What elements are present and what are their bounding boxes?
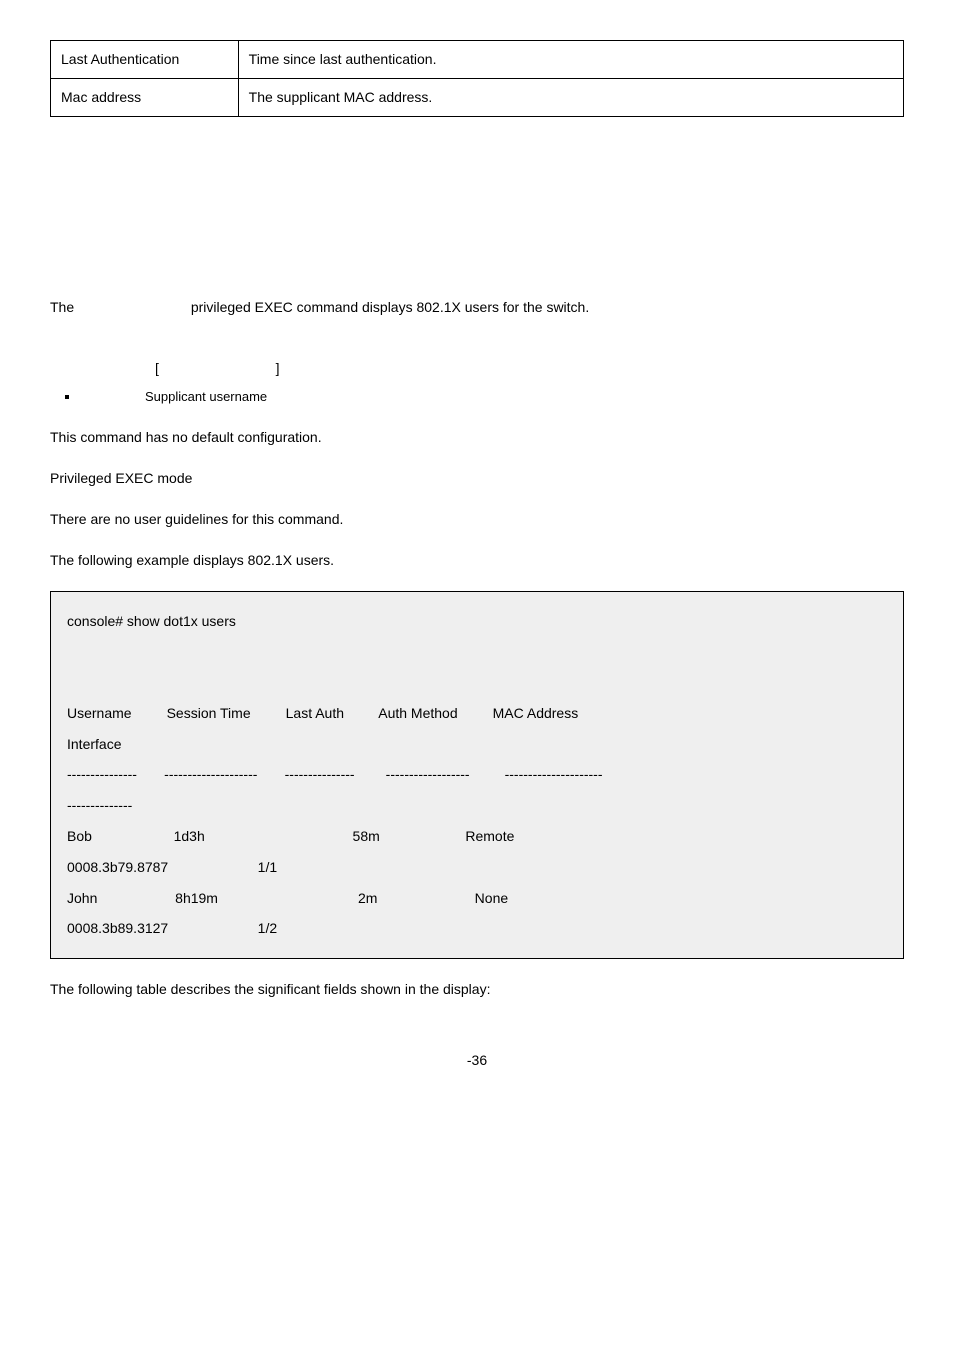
page-number: -36 (50, 1050, 904, 1071)
definition-desc: Time since last authentication. (238, 41, 903, 79)
example-block: console# show dot1x users Username Sessi… (50, 591, 904, 960)
command-mode: Privileged EXEC mode (50, 468, 904, 489)
definition-desc: The supplicant MAC address. (238, 79, 903, 117)
syntax-bullet-list: Supplicant username (50, 387, 904, 407)
table-row: Mac address The supplicant MAC address. (51, 79, 904, 117)
syntax-brackets: [ ] (50, 358, 904, 379)
user-guidelines: There are no user guidelines for this co… (50, 509, 904, 530)
footer-text: The following table describes the signif… (50, 979, 904, 1000)
syntax-section: [ ] Supplicant username (50, 358, 904, 407)
intro-prefix: The (50, 299, 74, 315)
intro-rest: privileged EXEC command displays 802.1X … (191, 299, 589, 315)
close-bracket: ] (276, 360, 280, 376)
intro-paragraph: The privileged EXEC command displays 802… (50, 297, 904, 318)
default-config: This command has no default configuratio… (50, 427, 904, 448)
definition-label: Mac address (51, 79, 239, 117)
definition-table: Last Authentication Time since last auth… (50, 40, 904, 117)
syntax-bullet-item: Supplicant username (80, 387, 904, 407)
example-intro: The following example displays 802.1X us… (50, 550, 904, 571)
definition-label: Last Authentication (51, 41, 239, 79)
open-bracket: [ (155, 360, 159, 376)
syntax-bullet-text: Supplicant username (145, 389, 267, 404)
table-row: Last Authentication Time since last auth… (51, 41, 904, 79)
